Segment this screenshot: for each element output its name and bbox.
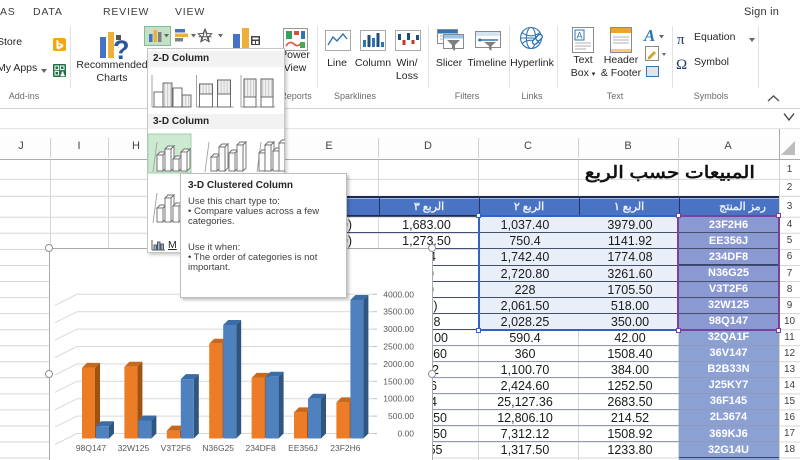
svg-text:4000.00: 4000.00 [383, 289, 414, 299]
svg-text:Ω: Ω [676, 57, 687, 73]
svg-text:3500.00: 3500.00 [383, 307, 414, 317]
svg-text:M: M [168, 239, 177, 251]
svg-text:98Q147: 98Q147 [76, 443, 107, 453]
svg-text:234DF8: 234DF8 [245, 443, 276, 453]
svg-text:EE356J: EE356J [288, 443, 318, 453]
svg-text:23F2H6: 23F2H6 [330, 443, 361, 453]
svg-text:3000.00: 3000.00 [383, 324, 414, 334]
svg-text:0.00: 0.00 [397, 429, 414, 439]
svg-text:N36G25: N36G25 [202, 443, 234, 453]
svg-text:1000.00: 1000.00 [383, 394, 414, 404]
svg-text:V3T2F6: V3T2F6 [161, 443, 192, 453]
svg-text:2000.00: 2000.00 [383, 359, 414, 369]
svg-text:A: A [643, 26, 655, 45]
svg-text:π: π [677, 32, 685, 48]
svg-text:2500.00: 2500.00 [383, 342, 414, 352]
svg-text:1500.00: 1500.00 [383, 376, 414, 386]
svg-text:?: ? [113, 35, 130, 65]
svg-text:500.00: 500.00 [388, 411, 414, 421]
svg-text:32W125: 32W125 [118, 443, 150, 453]
svg-text:A: A [577, 31, 583, 41]
